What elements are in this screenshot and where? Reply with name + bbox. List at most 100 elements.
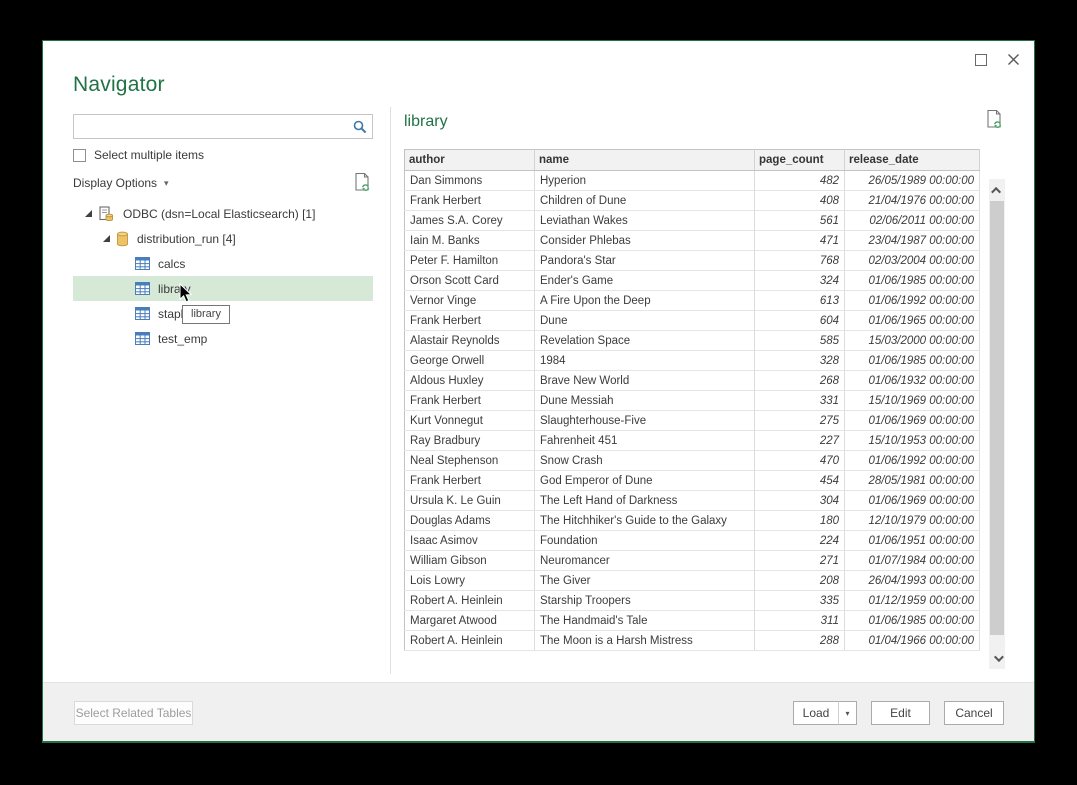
table-cell: 15/10/1969 00:00:00: [845, 391, 980, 411]
table-row: Isaac AsimovFoundation22401/06/1951 00:0…: [405, 531, 980, 551]
table-cell: 23/04/1987 00:00:00: [845, 231, 980, 251]
table-cell: 604: [755, 311, 845, 331]
table-cell: Iain M. Banks: [405, 231, 535, 251]
table-row: George Orwell198432801/06/1985 00:00:00: [405, 351, 980, 371]
odbc-source-icon: [98, 206, 115, 222]
source-tree: ODBC (dsn=Local Elasticsearch) [1] distr…: [73, 201, 373, 351]
tooltip: library: [182, 305, 230, 324]
close-icon[interactable]: [1007, 53, 1020, 66]
table-icon: [135, 307, 150, 320]
table-row: Lois LowryThe Giver20826/04/1993 00:00:0…: [405, 571, 980, 591]
tree-item-table-test-emp[interactable]: test_emp: [73, 326, 373, 351]
table-cell: 15/10/1953 00:00:00: [845, 431, 980, 451]
table-row: Alastair ReynoldsRevelation Space58515/0…: [405, 331, 980, 351]
table-cell: George Orwell: [405, 351, 535, 371]
tree-item-table-calcs[interactable]: calcs: [73, 251, 373, 276]
table-row: Peter F. HamiltonPandora's Star76802/03/…: [405, 251, 980, 271]
edit-button[interactable]: Edit: [871, 701, 930, 725]
table-cell: Ender's Game: [535, 271, 755, 291]
select-multiple-row: Select multiple items: [73, 148, 204, 162]
table-cell: 26/05/1989 00:00:00: [845, 171, 980, 191]
table-cell: Brave New World: [535, 371, 755, 391]
table-cell: 01/06/1985 00:00:00: [845, 351, 980, 371]
select-related-tables-button[interactable]: Select Related Tables: [74, 701, 193, 725]
table-cell: 311: [755, 611, 845, 631]
table-cell: 01/06/1985 00:00:00: [845, 271, 980, 291]
table-row: Neal StephensonSnow Crash47001/06/1992 0…: [405, 451, 980, 471]
tree-item-label: ODBC (dsn=Local Elasticsearch) [1]: [123, 207, 315, 221]
mouse-cursor: [179, 283, 194, 304]
table-cell: 180: [755, 511, 845, 531]
table-row: Robert A. HeinleinStarship Troopers33501…: [405, 591, 980, 611]
display-options-row: Display Options ▾: [73, 172, 373, 194]
navigator-dialog: Navigator Select multiple items Display …: [42, 40, 1035, 743]
preview-title: library: [404, 113, 448, 131]
table-cell: God Emperor of Dune: [535, 471, 755, 491]
table-cell: 208: [755, 571, 845, 591]
table-cell: Frank Herbert: [405, 311, 535, 331]
panel-divider: [390, 107, 391, 674]
tree-item-label: test_emp: [158, 332, 207, 346]
table-cell: Douglas Adams: [405, 511, 535, 531]
table-cell: The Hitchhiker's Guide to the Galaxy: [535, 511, 755, 531]
table-cell: Robert A. Heinlein: [405, 631, 535, 651]
table-cell: Snow Crash: [535, 451, 755, 471]
tree-item-database[interactable]: distribution_run [4]: [73, 226, 373, 251]
load-button[interactable]: Load: [793, 701, 838, 725]
table-cell: 01/06/1969 00:00:00: [845, 411, 980, 431]
table-cell: Margaret Atwood: [405, 611, 535, 631]
table-cell: James S.A. Corey: [405, 211, 535, 231]
display-options-label[interactable]: Display Options: [73, 176, 157, 190]
table-cell: 01/07/1984 00:00:00: [845, 551, 980, 571]
table-cell: 482: [755, 171, 845, 191]
table-cell: Dan Simmons: [405, 171, 535, 191]
table-cell: Aldous Huxley: [405, 371, 535, 391]
table-cell: Pandora's Star: [535, 251, 755, 271]
table-cell: 454: [755, 471, 845, 491]
chevron-down-icon[interactable]: ▾: [164, 178, 169, 189]
table-cell: 01/04/1966 00:00:00: [845, 631, 980, 651]
table-cell: 01/06/1965 00:00:00: [845, 311, 980, 331]
window-controls: [975, 53, 1020, 66]
cancel-button[interactable]: Cancel: [944, 701, 1004, 725]
scrollbar-thumb[interactable]: [990, 201, 1004, 635]
table-cell: 585: [755, 331, 845, 351]
expand-arrow-icon[interactable]: [103, 235, 110, 242]
preview-scrollbar[interactable]: [989, 179, 1005, 669]
select-multiple-label: Select multiple items: [94, 148, 204, 162]
table-cell: 288: [755, 631, 845, 651]
expand-arrow-icon[interactable]: [85, 210, 92, 217]
tree-item-odbc-source[interactable]: ODBC (dsn=Local Elasticsearch) [1]: [73, 201, 373, 226]
table-cell: 275: [755, 411, 845, 431]
footer-bar: Select Related Tables Load ▾ Edit Cancel: [43, 682, 1034, 741]
tree-item-table-library[interactable]: library: [73, 276, 373, 301]
scroll-up-icon[interactable]: [989, 181, 1005, 199]
preview-table-wrap: author name page_count release_date Dan …: [404, 149, 981, 651]
table-row: Vernor VingeA Fire Upon the Deep61301/06…: [405, 291, 980, 311]
table-cell: Frank Herbert: [405, 191, 535, 211]
preview-table: author name page_count release_date Dan …: [404, 149, 980, 651]
table-header-row: author name page_count release_date: [405, 150, 980, 171]
table-cell: 01/12/1959 00:00:00: [845, 591, 980, 611]
table-row: Frank HerbertDune60401/06/1965 00:00:00: [405, 311, 980, 331]
scroll-down-icon[interactable]: [989, 649, 1005, 667]
table-cell: Ray Bradbury: [405, 431, 535, 451]
maximize-icon[interactable]: [975, 54, 987, 66]
table-row: Douglas AdamsThe Hitchhiker's Guide to t…: [405, 511, 980, 531]
table-cell: The Handmaid's Tale: [535, 611, 755, 631]
column-header: author: [405, 150, 535, 171]
load-dropdown-button[interactable]: ▾: [838, 701, 857, 725]
table-cell: 227: [755, 431, 845, 451]
refresh-preview-icon[interactable]: [352, 172, 373, 194]
refresh-preview-icon[interactable]: [984, 109, 1005, 131]
table-cell: 768: [755, 251, 845, 271]
table-cell: Alastair Reynolds: [405, 331, 535, 351]
table-row: Iain M. BanksConsider Phlebas47123/04/19…: [405, 231, 980, 251]
table-row: Aldous HuxleyBrave New World26801/06/193…: [405, 371, 980, 391]
select-multiple-checkbox[interactable]: [73, 149, 86, 162]
search-input[interactable]: [78, 115, 350, 138]
search-icon[interactable]: [353, 120, 367, 134]
table-cell: William Gibson: [405, 551, 535, 571]
table-cell: Starship Troopers: [535, 591, 755, 611]
table-cell: The Left Hand of Darkness: [535, 491, 755, 511]
